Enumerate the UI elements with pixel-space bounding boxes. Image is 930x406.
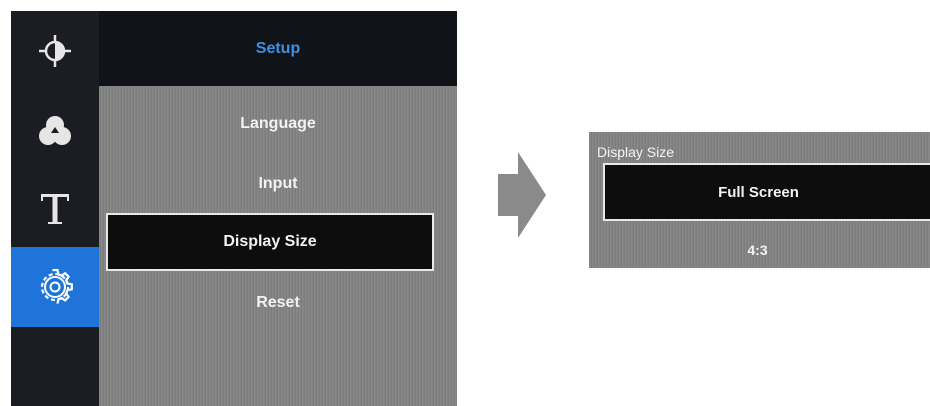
- submenu-title: Display Size: [597, 144, 675, 160]
- sidebar-item-text[interactable]: [11, 171, 99, 247]
- menu-item-language[interactable]: Language: [99, 104, 457, 144]
- osd-sidebar: [11, 11, 99, 406]
- sidebar-item-brightness[interactable]: [11, 11, 99, 91]
- menu-item-reset[interactable]: Reset: [99, 283, 457, 323]
- option-full-screen[interactable]: Full Screen: [603, 163, 930, 221]
- sidebar-item-setup[interactable]: [11, 247, 99, 327]
- sidebar-item-color[interactable]: [11, 91, 99, 171]
- display-size-submenu: Display Size Full Screen 4:3: [589, 132, 930, 268]
- arrow-right-icon: [498, 152, 546, 238]
- osd-menu-panel: Setup: [11, 11, 457, 406]
- option-4-3[interactable]: 4:3: [603, 236, 930, 264]
- color-icon: [39, 116, 71, 145]
- menu-item-input[interactable]: Input: [99, 164, 457, 204]
- brightness-icon: [39, 35, 71, 67]
- text-icon: [41, 194, 69, 224]
- osd-header-title: Setup: [99, 11, 457, 86]
- menu-item-display-size[interactable]: Display Size: [106, 213, 434, 271]
- gear-icon: [40, 269, 73, 304]
- stage: Setup Language Input Display Size Reset …: [0, 0, 930, 406]
